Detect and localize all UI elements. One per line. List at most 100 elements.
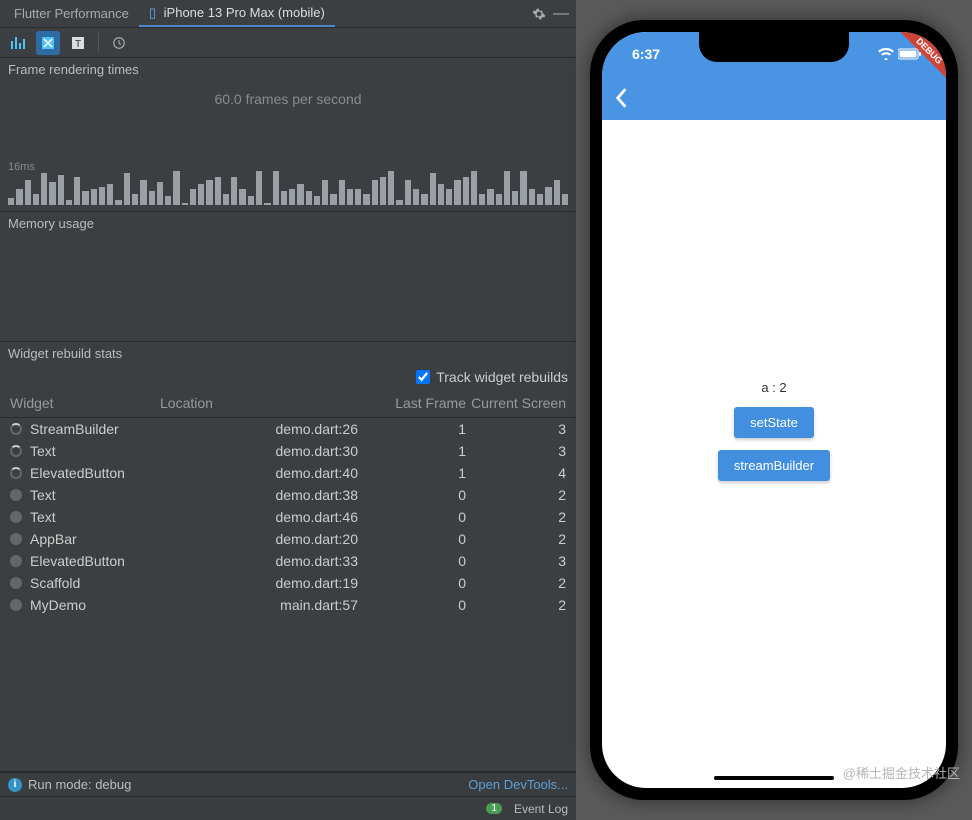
frame-bar xyxy=(248,196,254,205)
table-row[interactable]: Textdemo.dart:4602 xyxy=(0,506,576,528)
table-row[interactable]: MyDemomain.dart:5702 xyxy=(0,594,576,616)
frame-bar xyxy=(396,200,402,205)
widget-current-screen: 4 xyxy=(466,465,566,481)
frame-bar xyxy=(504,171,510,206)
widget-location: demo.dart:33 xyxy=(160,553,388,569)
frame-bar xyxy=(339,180,345,205)
rebuild-dot-icon xyxy=(10,467,22,479)
widget-current-screen: 3 xyxy=(466,553,566,569)
frame-bar xyxy=(529,189,535,205)
rebuild-dot-icon xyxy=(10,577,22,589)
widget-current-screen: 2 xyxy=(466,487,566,503)
widget-location: demo.dart:26 xyxy=(160,421,388,437)
widget-last-frame: 1 xyxy=(388,421,466,437)
frame-bar xyxy=(413,189,419,205)
frame-bar xyxy=(231,177,237,205)
table-row[interactable]: ElevatedButtondemo.dart:3303 xyxy=(0,550,576,572)
widget-current-screen: 3 xyxy=(466,443,566,459)
widget-last-frame: 0 xyxy=(388,531,466,547)
frame-bar xyxy=(157,182,163,205)
col-widget[interactable]: Widget xyxy=(10,395,160,411)
frame-bar xyxy=(165,196,171,205)
tab-device-label: iPhone 13 Pro Max (mobile) xyxy=(164,5,325,20)
frame-bar xyxy=(49,182,55,205)
track-rebuilds-checkbox[interactable] xyxy=(416,370,430,384)
frame-bar xyxy=(537,194,543,206)
tool-bars-icon[interactable] xyxy=(6,31,30,55)
frame-bar xyxy=(520,171,526,206)
frame-bar xyxy=(124,173,130,205)
widget-name: ElevatedButton xyxy=(30,465,125,481)
frame-bar xyxy=(388,171,394,206)
table-row[interactable]: Textdemo.dart:3013 xyxy=(0,440,576,462)
table-row[interactable]: Textdemo.dart:3802 xyxy=(0,484,576,506)
back-icon[interactable] xyxy=(614,87,628,109)
frame-bar xyxy=(446,189,452,205)
col-current-screen[interactable]: Current Screen xyxy=(466,395,566,411)
widget-last-frame: 0 xyxy=(388,509,466,525)
event-log-link[interactable]: Event Log xyxy=(514,802,568,816)
widget-last-frame: 0 xyxy=(388,575,466,591)
tool-text-icon[interactable]: T xyxy=(66,31,90,55)
col-location[interactable]: Location xyxy=(160,395,388,411)
frame-bar xyxy=(322,180,328,205)
frame-bar xyxy=(405,180,411,205)
frame-bar xyxy=(149,191,155,205)
widget-current-screen: 2 xyxy=(466,575,566,591)
frame-bar xyxy=(562,194,568,206)
frame-bar xyxy=(372,180,378,205)
frame-bar xyxy=(16,189,22,205)
frame-bar xyxy=(554,180,560,205)
table-row[interactable]: AppBardemo.dart:2002 xyxy=(0,528,576,550)
ios-time: 6:37 xyxy=(632,46,660,62)
wifi-icon xyxy=(878,48,894,60)
home-indicator[interactable] xyxy=(714,776,834,780)
frame-bar xyxy=(297,184,303,205)
frame-bar xyxy=(355,189,361,205)
widget-location: main.dart:57 xyxy=(160,597,388,613)
minimize-icon[interactable]: — xyxy=(550,3,572,25)
frame-bar xyxy=(66,200,72,205)
open-devtools-link[interactable]: Open DevTools... xyxy=(468,777,568,792)
table-row[interactable]: ElevatedButtondemo.dart:4014 xyxy=(0,462,576,484)
widget-location: demo.dart:20 xyxy=(160,531,388,547)
frame-bar xyxy=(496,194,502,206)
tool-clock-icon[interactable] xyxy=(107,31,131,55)
streambuilder-button[interactable]: streamBuilder xyxy=(718,450,830,481)
table-row[interactable]: StreamBuilderdemo.dart:2613 xyxy=(0,418,576,440)
info-icon: i xyxy=(8,778,22,792)
frame-bar xyxy=(347,189,353,205)
svg-text:T: T xyxy=(75,39,81,50)
widget-location: demo.dart:30 xyxy=(160,443,388,459)
frame-bar xyxy=(479,194,485,206)
rebuild-dot-icon xyxy=(10,489,22,501)
tab-flutter-performance[interactable]: Flutter Performance xyxy=(4,2,139,25)
tool-highlight-icon[interactable] xyxy=(36,31,60,55)
settings-icon[interactable] xyxy=(528,3,550,25)
frame-bar xyxy=(430,173,436,205)
frame-bar xyxy=(173,171,179,206)
frame-bar xyxy=(58,175,64,205)
widget-current-screen: 2 xyxy=(466,531,566,547)
counter-label: a : 2 xyxy=(761,380,786,395)
widget-name: StreamBuilder xyxy=(30,421,119,437)
setstate-button[interactable]: setState xyxy=(734,407,814,438)
table-row[interactable]: Scaffolddemo.dart:1902 xyxy=(0,572,576,594)
widget-name: Text xyxy=(30,487,56,503)
rebuild-dot-icon xyxy=(10,445,22,457)
run-mode-label: Run mode: debug xyxy=(28,777,131,792)
frame-section-title: Frame rendering times xyxy=(0,58,576,81)
frame-bar xyxy=(198,184,204,205)
rebuild-dot-icon xyxy=(10,423,22,435)
frame-bar xyxy=(545,187,551,205)
rebuild-dot-icon xyxy=(10,555,22,567)
widget-name: ElevatedButton xyxy=(30,553,125,569)
frame-bar xyxy=(132,194,138,206)
widget-name: Text xyxy=(30,443,56,459)
frame-bar xyxy=(264,203,270,205)
frame-bar xyxy=(471,171,477,206)
frame-bar xyxy=(33,194,39,206)
col-last-frame[interactable]: Last Frame xyxy=(388,395,466,411)
tab-device[interactable]: ▯ iPhone 13 Pro Max (mobile) xyxy=(139,1,335,27)
phone-icon: ▯ xyxy=(149,5,156,20)
